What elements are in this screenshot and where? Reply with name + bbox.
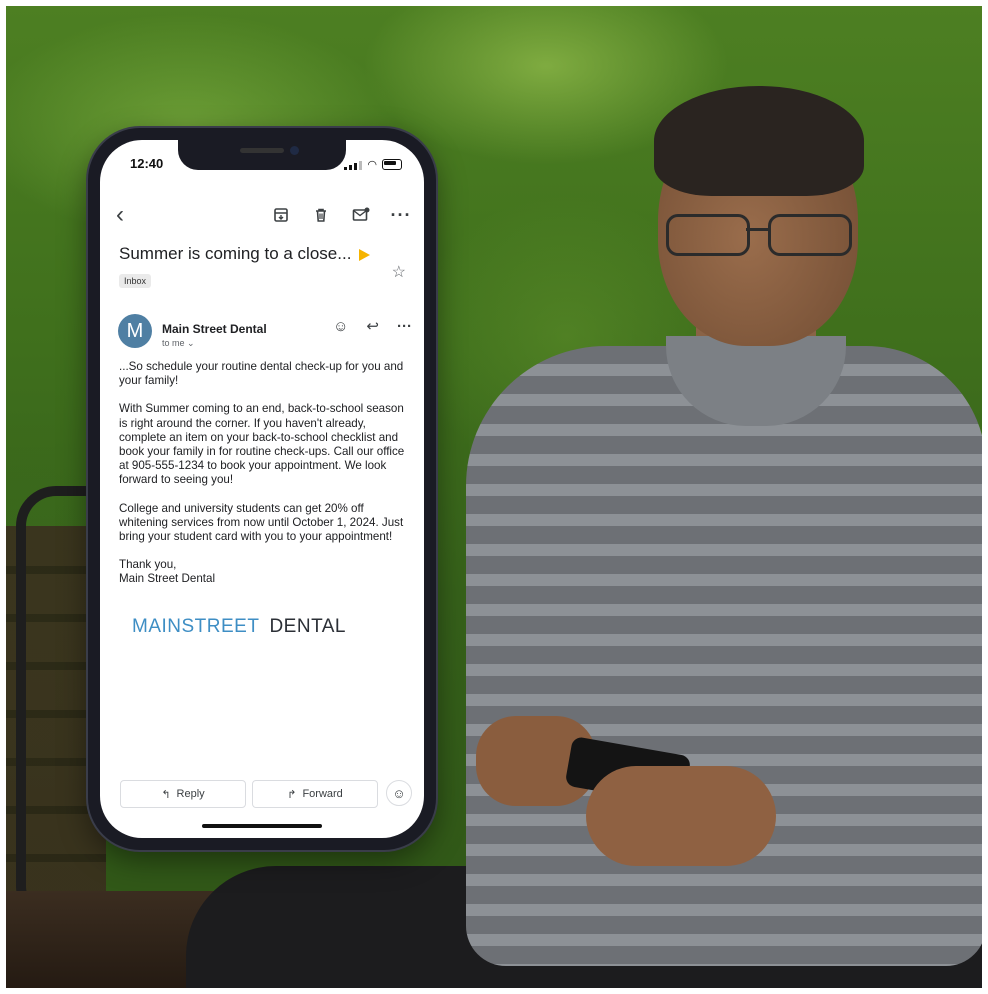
signoff-name: Main Street Dental	[119, 572, 216, 586]
emoji-reaction-button[interactable]: ☺	[386, 780, 412, 806]
avatar[interactable]: M	[118, 314, 152, 348]
reply-icon[interactable]: ↩	[366, 318, 379, 336]
more-icon[interactable]: ···	[397, 318, 412, 336]
right-hand	[586, 766, 776, 866]
signal-icon	[344, 161, 363, 170]
inbox-label-chip[interactable]: Inbox	[119, 274, 152, 288]
archive-icon[interactable]	[272, 206, 290, 224]
wifi-icon: ◠	[367, 159, 377, 171]
logo-wordmark-part1: MAINSTREET	[132, 616, 260, 637]
subject-text: Summer is coming to a close...	[119, 244, 352, 263]
sender-name: Main Street Dental	[162, 322, 267, 336]
email-screen: 12:40 ◠ ‹ ··· Summer is coming to a clos…	[100, 140, 424, 838]
forward-icon: ↱	[287, 788, 297, 801]
body-paragraph: College and university students can get …	[119, 501, 404, 544]
status-icons: ◠	[344, 159, 402, 171]
reply-button[interactable]: ↰ Reply	[120, 780, 246, 808]
home-indicator	[202, 824, 322, 828]
front-camera	[290, 146, 299, 155]
sender-row: M Main Street Dental to me ⌄ ☺ ↩ ···	[118, 314, 414, 350]
man-using-phone	[186, 46, 982, 988]
status-time: 12:40	[130, 156, 164, 171]
phone-mockup: 12:40 ◠ ‹ ··· Summer is coming to a clos…	[88, 128, 436, 850]
body-paragraph: With Summer coming to an end, back-to-sc…	[119, 402, 405, 487]
signoff-line: Thank you,	[119, 558, 177, 572]
eyeglasses	[664, 214, 854, 256]
email-subject: Summer is coming to a close...	[119, 244, 371, 264]
trash-icon[interactable]	[312, 206, 330, 224]
star-icon[interactable]: ☆	[392, 262, 406, 282]
striped-polo-shirt	[466, 346, 982, 966]
recipient-toggle[interactable]: to me ⌄	[162, 338, 195, 349]
mark-unread-icon[interactable]	[352, 206, 370, 224]
more-icon[interactable]: ···	[391, 205, 411, 225]
reply-icon: ↰	[161, 788, 171, 801]
forward-button[interactable]: ↱ Forward	[252, 780, 378, 808]
email-body: ...So schedule your routine dental check…	[119, 360, 413, 587]
speaker-grille	[240, 148, 284, 153]
mainstreet-dental-logo: MAINSTREET DENTAL	[132, 616, 346, 638]
phone-notch	[178, 140, 346, 170]
bench-armrest	[16, 486, 86, 926]
back-chevron-icon[interactable]: ‹	[116, 202, 124, 228]
emoji-icon[interactable]: ☺	[333, 318, 348, 336]
battery-icon	[382, 159, 402, 170]
email-toolbar: ‹ ···	[100, 202, 424, 232]
importance-marker-icon[interactable]	[359, 248, 371, 261]
hair	[654, 86, 864, 196]
reply-label: Reply	[176, 788, 205, 800]
forward-label: Forward	[302, 788, 343, 800]
email-action-bar: ↰ Reply ↱ Forward ☺	[120, 780, 412, 808]
logo-wordmark-part2: DENTAL	[269, 616, 347, 637]
body-paragraph: ...So schedule your routine dental check…	[119, 360, 404, 388]
